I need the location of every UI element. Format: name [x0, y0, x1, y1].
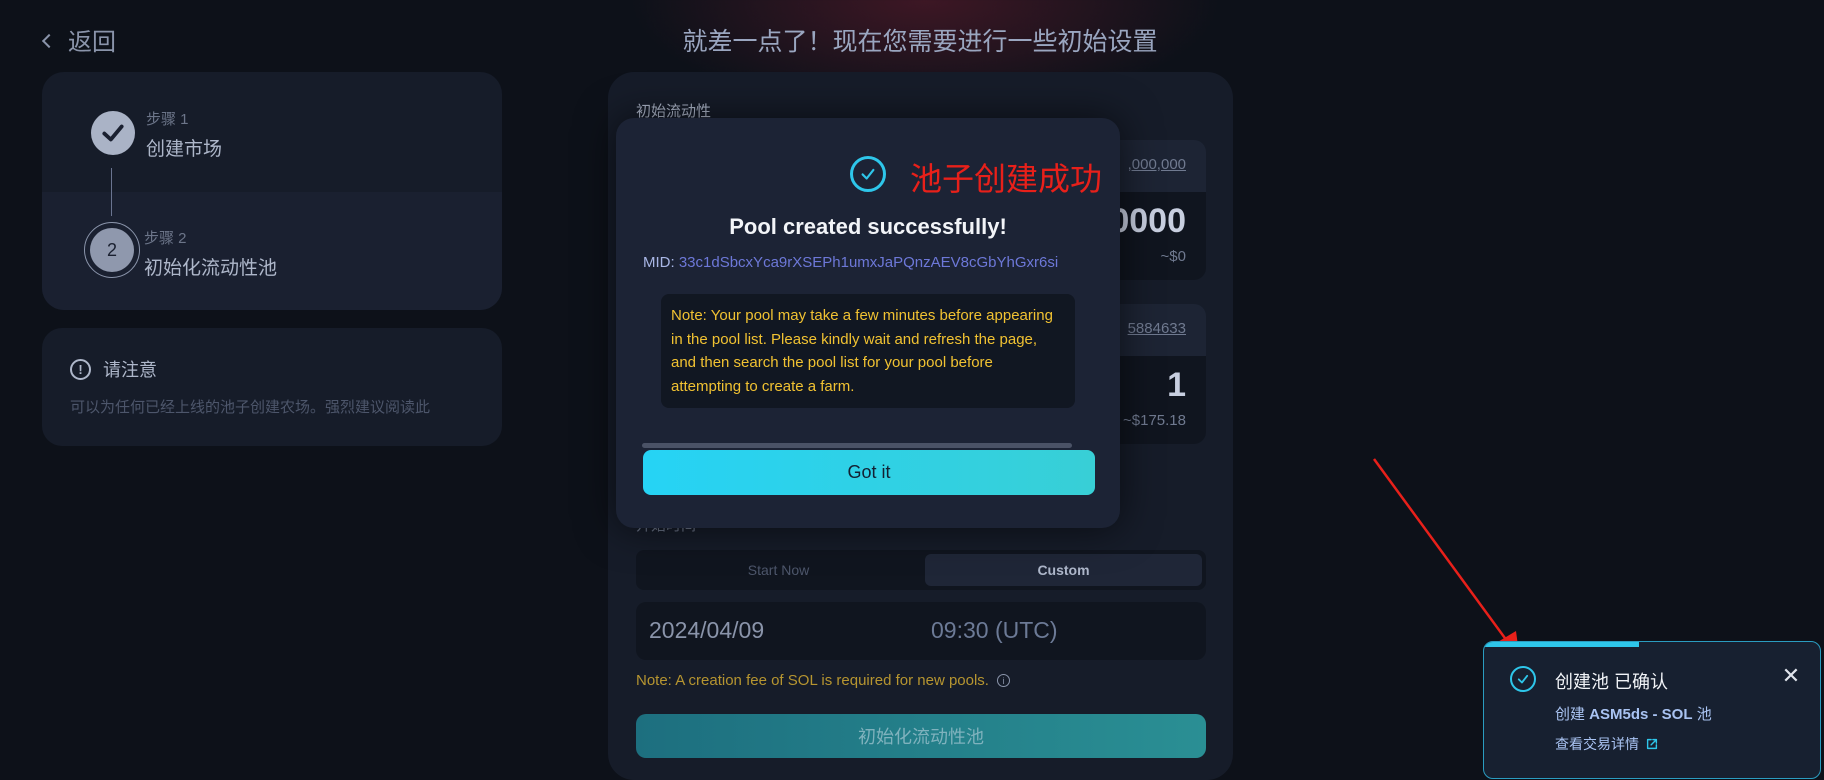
- close-icon[interactable]: ✕: [1779, 664, 1803, 688]
- toast-sub-suffix: 池: [1692, 706, 1712, 723]
- quote-balance-link[interactable]: 5884633: [1128, 320, 1186, 337]
- start-mode-segment: Start Now Custom: [636, 550, 1206, 590]
- step-2-number: 2: [90, 228, 134, 272]
- pool-note: Note: Your pool may take a few minutes b…: [661, 294, 1075, 408]
- toast-title: 创建池 已确认: [1555, 672, 1669, 692]
- quote-usd-value: ~$175.18: [1123, 412, 1186, 429]
- fee-note-text: Note: A creation fee of SOL is required …: [636, 672, 989, 689]
- modal-scrollbar[interactable]: [642, 443, 1072, 448]
- got-it-button[interactable]: Got it: [643, 450, 1095, 495]
- notice-title: ! 请注意: [70, 356, 157, 382]
- confirmation-toast: 创建池 已确认 ✕ 创建 ASM5ds - SOL 池 查看交易详情: [1483, 641, 1821, 779]
- notice-body: 可以为任何已经上线的池子创建农场。强烈建议阅读此: [70, 399, 431, 416]
- quote-amount-value: 1: [1167, 366, 1186, 404]
- external-link-icon: [1646, 738, 1658, 750]
- step-1-small-label: 步骤 1: [146, 111, 189, 128]
- info-icon[interactable]: i: [996, 674, 1010, 687]
- creation-fee-note: Note: A creation fee of SOL is required …: [636, 672, 1010, 689]
- base-balance-link[interactable]: ,000,000: [1128, 156, 1186, 173]
- initialize-pool-button[interactable]: 初始化流动性池: [636, 714, 1206, 758]
- step-1-label: 创建市场: [146, 139, 223, 160]
- page-title: 就差一点了！现在您需要进行一些初始设置: [682, 28, 1158, 56]
- mid-label: MID:: [643, 254, 675, 271]
- mid-line: MID: 33c1dSbcxYca9rXSEPh1umxJaPQnzAEV8cG…: [643, 254, 1058, 271]
- toast-subtitle: 创建 ASM5ds - SOL 池: [1555, 703, 1712, 724]
- toast-sub-prefix: 创建: [1555, 706, 1590, 723]
- notice-title-text: 请注意: [103, 360, 157, 380]
- time-value[interactable]: 09:30 (UTC): [931, 617, 1058, 644]
- check-circle-icon: [1510, 666, 1536, 692]
- mid-value[interactable]: 33c1dSbcxYca9rXSEPh1umxJaPQnzAEV8cGbYhGx…: [679, 254, 1058, 271]
- view-transaction-link[interactable]: 查看交易详情: [1555, 734, 1659, 754]
- base-usd-value: ~$0: [1160, 248, 1186, 265]
- step-2-badge: 2: [84, 222, 140, 278]
- info-circle-icon: !: [70, 358, 91, 380]
- start-datetime-field[interactable]: 2024/04/09 09:30 (UTC): [636, 602, 1206, 660]
- annotation-success-text: 池子创建成功: [910, 161, 1103, 197]
- view-transaction-label: 查看交易详情: [1555, 736, 1639, 752]
- toast-progress-bar: [1484, 642, 1639, 647]
- pool-created-modal: 池子创建成功 Pool created successfully! MID: 3…: [616, 118, 1120, 528]
- annotation-arrow: [1372, 458, 1520, 661]
- check-icon: [850, 156, 886, 192]
- modal-title: Pool created successfully!: [729, 214, 1007, 239]
- date-value[interactable]: 2024/04/09: [649, 617, 764, 644]
- start-now-tab[interactable]: Start Now: [640, 554, 917, 586]
- base-amount-value: 0000: [1110, 202, 1186, 240]
- notice-panel: ! 请注意 可以为任何已经上线的池子创建农场。强烈建议阅读此: [42, 328, 502, 446]
- step-2-small-label: 步骤 2: [144, 230, 187, 247]
- toast-pair: ASM5ds - SOL: [1589, 706, 1693, 723]
- custom-tab[interactable]: Custom: [925, 554, 1202, 586]
- steps-panel: 步骤 1 创建市场 2 步骤 2 初始化流动性池: [42, 72, 502, 310]
- step-connector: [111, 168, 112, 216]
- step-2-label: 初始化流动性池: [144, 258, 278, 279]
- step-1-check-icon: [91, 111, 135, 155]
